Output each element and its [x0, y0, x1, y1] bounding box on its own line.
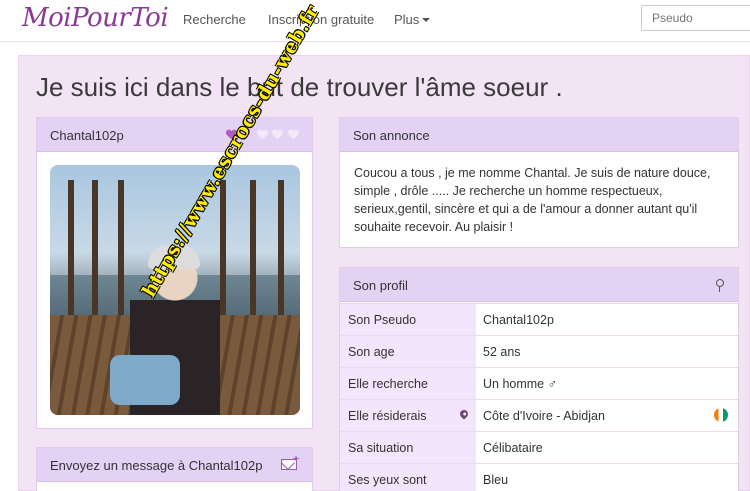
profil-header: Son profil	[340, 268, 738, 302]
annonce-header: Son annonce	[340, 118, 738, 152]
profil-row-pseudo: Son Pseudo Chantal102p	[340, 303, 738, 335]
page-title: Je suis ici dans le but de trouver l'âme…	[36, 72, 563, 102]
profil-label: Ses yeux sont	[340, 464, 476, 491]
send-message-header[interactable]: Envoyez un message à Chantal102p +	[37, 448, 312, 482]
profil-row-recherche: Elle recherche Un homme ♂	[340, 367, 738, 399]
heart-empty-icon	[272, 130, 283, 140]
send-message-label: Envoyez un message à Chantal102p	[50, 458, 263, 473]
ivory-coast-flag-icon	[714, 408, 728, 422]
profil-value: 52 ans	[483, 345, 521, 359]
profil-value: Côte d'Ivoire - Abidjan	[476, 400, 738, 431]
profil-title: Son profil	[353, 278, 408, 293]
profil-row-situation: Sa situation Célibataire	[340, 431, 738, 463]
nav-recherche[interactable]: Recherche	[183, 12, 246, 27]
location-pin-icon	[458, 408, 470, 420]
profil-label: Son Pseudo	[340, 304, 476, 335]
heart-empty-icon	[288, 130, 299, 140]
profil-value: Célibataire	[483, 441, 543, 455]
female-gender-icon	[716, 279, 724, 292]
profil-label: Son age	[340, 336, 476, 367]
nav-plus-dropdown[interactable]: Plus	[394, 12, 431, 27]
profile-photo-header: Chantal102p	[37, 118, 312, 152]
annonce-panel: Son annonce Coucou a tous , je me nomme …	[339, 117, 739, 248]
profil-label: Sa situation	[340, 432, 476, 463]
username-label: Chantal102p	[50, 128, 124, 143]
photo-blanket	[110, 355, 180, 405]
caret-down-icon	[422, 18, 431, 22]
profile-photo-panel: Chantal102p	[36, 117, 313, 429]
profil-value: Un homme ♂	[483, 377, 557, 391]
profil-row-residence: Elle résiderais Côte d'Ivoire - Abidjan	[340, 399, 738, 431]
profil-value-text: Côte d'Ivoire - Abidjan	[483, 409, 605, 423]
site-logo[interactable]: MoiPourToi	[22, 3, 169, 33]
navbar: MoiPourToi Recherche Inscription gratuit…	[0, 0, 750, 42]
annonce-text: Coucou a tous , je me nomme Chantal. Je …	[354, 166, 711, 234]
profil-panel: Son profil Son Pseudo Chantal102p Son ag…	[339, 267, 739, 491]
profil-row-age: Son age 52 ans	[340, 335, 738, 367]
profil-row-yeux: Ses yeux sont Bleu	[340, 463, 738, 491]
profile-photo[interactable]	[50, 165, 300, 415]
send-message-panel[interactable]: Envoyez un message à Chantal102p +	[36, 447, 313, 491]
pseudo-search-input[interactable]	[641, 5, 750, 31]
profil-label: Elle résiderais	[340, 400, 476, 431]
profil-value: Chantal102p	[483, 313, 554, 327]
nav-plus-label: Plus	[394, 12, 420, 27]
profil-value: Bleu	[483, 473, 509, 487]
plus-icon: +	[293, 454, 299, 465]
annonce-title: Son annonce	[353, 128, 430, 143]
heart-empty-icon	[257, 130, 268, 140]
profil-label-text: Elle résiderais	[348, 409, 427, 423]
profil-label: Elle recherche	[340, 368, 476, 399]
